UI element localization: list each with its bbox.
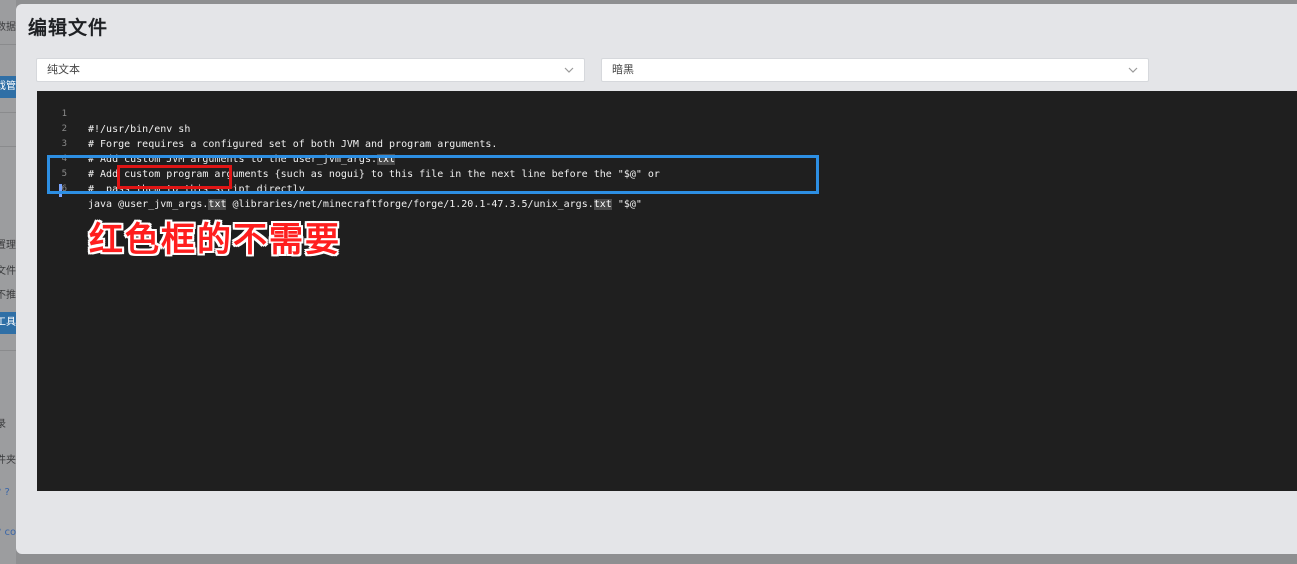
bg-fragment: 文件 [0,266,16,277]
bg-divider [0,350,16,351]
bg-divider [0,112,16,113]
bg-fragment: 件夹 [0,455,16,466]
annotation-note: 红色框的不需要 [89,220,341,260]
language-select[interactable]: 纯文本 [36,58,585,82]
code-segment: java @user_jvm_args. [88,199,209,210]
code-text: java @user_jvm_args.txt @libraries/net/m… [88,197,642,212]
theme-select[interactable]: 暗黑 [601,58,1149,82]
bg-fragment: 置理 [0,240,16,251]
bg-fragment: 数据 [0,22,16,33]
bg-fragment: 录 [0,419,6,430]
chevron-down-icon [564,59,574,89]
dialog-title: 编辑文件 [28,17,109,39]
code-line: 1 #!/usr/bin/env sh [37,92,1297,135]
background-page: 数据 戏管 置理 文件 不推 工具 录 件夹 ? ? ? co [0,0,16,564]
code-line: 2 # Forge requires a configured set of b… [37,107,1297,150]
code-editor[interactable]: 1 #!/usr/bin/env sh 2 # Forge requires a… [37,91,1297,491]
bg-fragment: 不推 [0,290,16,301]
bg-fragment: ? ? [0,487,10,498]
annotation-red-box [117,165,232,189]
language-select-value: 纯文本 [47,63,80,76]
search-highlight: txt [593,199,612,210]
edit-file-dialog: 编辑文件 纯文本 暗黑 1 #!/usr/bin/env sh 2 # Forg… [16,4,1297,554]
bg-divider [0,146,16,147]
theme-select-value: 暗黑 [612,63,634,76]
code-line: 4 # Add custom program arguments {such a… [37,137,1297,180]
code-segment: @libraries/net/minecraftforge/forge/1.20… [226,199,594,210]
bg-fragment: 工具 [0,312,16,334]
bg-fragment: 戏管 [0,76,16,98]
chevron-down-icon [1128,59,1138,89]
code-line: 3 # Add custom JVM arguments to the user… [37,122,1297,165]
bg-fragment: ? co [0,527,16,538]
code-segment: "$@" [611,199,642,210]
search-highlight: txt [208,199,227,210]
bg-divider [0,44,16,45]
